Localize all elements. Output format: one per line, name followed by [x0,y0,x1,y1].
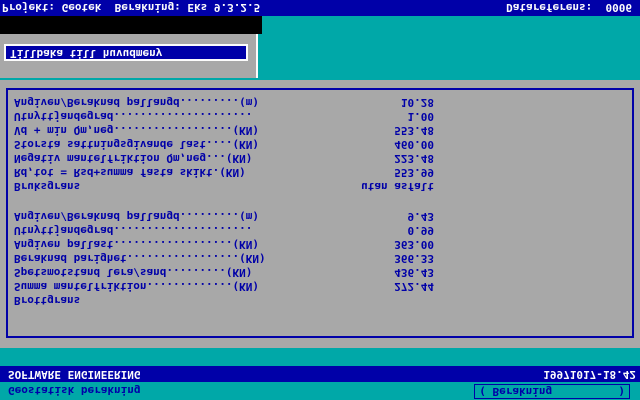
back-to-main-menu-label: Tillbaka till huvudmeny [10,47,163,60]
timestamp: 19971017-18.42 [543,368,636,381]
section-heading: Bruksgrans [14,180,81,193]
result-row: Utnyttjandegrad..................... 1.0… [14,110,614,123]
title-bar: Projekt: Geotek Berakning: Eks 9.3.2.5 D… [0,0,640,16]
result-label: Rd,tot = Rsd+summa fasta skikt.(KN) [14,166,246,179]
status-bar: Geostatisk berakning ( Berakning ) [0,382,640,400]
project-title: Projekt: Geotek Berakning: Eks 9.3.2.5 [2,1,261,14]
result-value: 460.00 [394,138,434,151]
section-note: utan asfalt [361,180,434,193]
result-value: 10.28 [400,96,434,109]
result-label: Negativ mantelfriktion Qm,neg...(KN) [14,152,253,165]
result-value: 9.43 [407,210,435,223]
result-label: Spetsmotstand lera/sand.........(KN) [14,266,253,279]
result-label: Beraknad barighet.................(KN) [14,252,266,265]
result-value: 272.44 [394,280,434,293]
result-row: Angiven pallast..................(KN) 36… [14,238,614,251]
result-label: Angiven/Beraknad pallangd.........(m) [14,96,260,109]
result-label: Storsta sattningsgivande last....(KN) [14,138,260,151]
result-row: Negativ mantelfriktion Qm,neg...(KN) 223… [14,152,614,165]
result-label: Angiven/Beraknad pallangd.........(m) [14,210,260,223]
result-value: 553.48 [394,124,434,137]
result-value: 553.99 [394,166,434,179]
result-value: 1.00 [407,110,435,123]
menu-panel: Tillbaka till huvudmeny [0,34,258,78]
result-row: Angiven/Beraknad pallangd.........(m) 9.… [14,210,614,223]
result-label: Utnyttjandegrad..................... [14,110,253,123]
result-value: 223.48 [394,152,434,165]
result-label: Utnyttjandegrad..................... [14,224,253,237]
section-heading-row: Bruksgrans utan asfalt [14,180,614,193]
result-row: Spetsmotstand lera/sand.........(KN) 436… [14,266,614,279]
section-heading: Brottgrans [14,294,81,307]
data-reference: Datareferens: 0006 [506,1,632,14]
result-row: Vd + min Qm,neg..................(KN) 55… [14,124,614,137]
section-heading-row: Brottgrans [14,294,614,307]
result-row: Rd,tot = Rsd+summa fasta skikt.(KN) 553.… [14,166,614,179]
result-row: Storsta sattningsgivande last....(KN) 46… [14,138,614,151]
menu-shadow [0,16,262,34]
calculation-status: ( Berakning ) [474,384,630,399]
result-row: Beraknad barighet.................(KN) 3… [14,252,614,265]
result-value: 0.99 [407,224,435,237]
result-value: 363.00 [394,238,434,251]
result-row: Utnyttjandegrad..................... 0.9… [14,224,614,237]
footer-bar: SOFTWARE ENGINEERING 19971017-18.42 [0,366,640,382]
back-to-main-menu-button[interactable]: Tillbaka till huvudmeny [4,44,248,61]
result-row: Angiven/Beraknad pallangd.........(m) 10… [14,96,614,109]
result-row: Summa mantelfriktion.............(KN) 27… [14,280,614,293]
company-name: SOFTWARE ENGINEERING [8,368,141,381]
result-label: Angiven pallast..................(KN) [14,238,260,251]
program-name: Geostatisk berakning [8,384,141,397]
results-panel: Angiven/Beraknad pallangd.........(m) 10… [0,80,640,348]
result-value: 436.43 [394,266,434,279]
result-label: Summa mantelfriktion.............(KN) [14,280,260,293]
result-label: Vd + min Qm,neg..................(KN) [14,124,260,137]
result-value: 366.33 [394,252,434,265]
